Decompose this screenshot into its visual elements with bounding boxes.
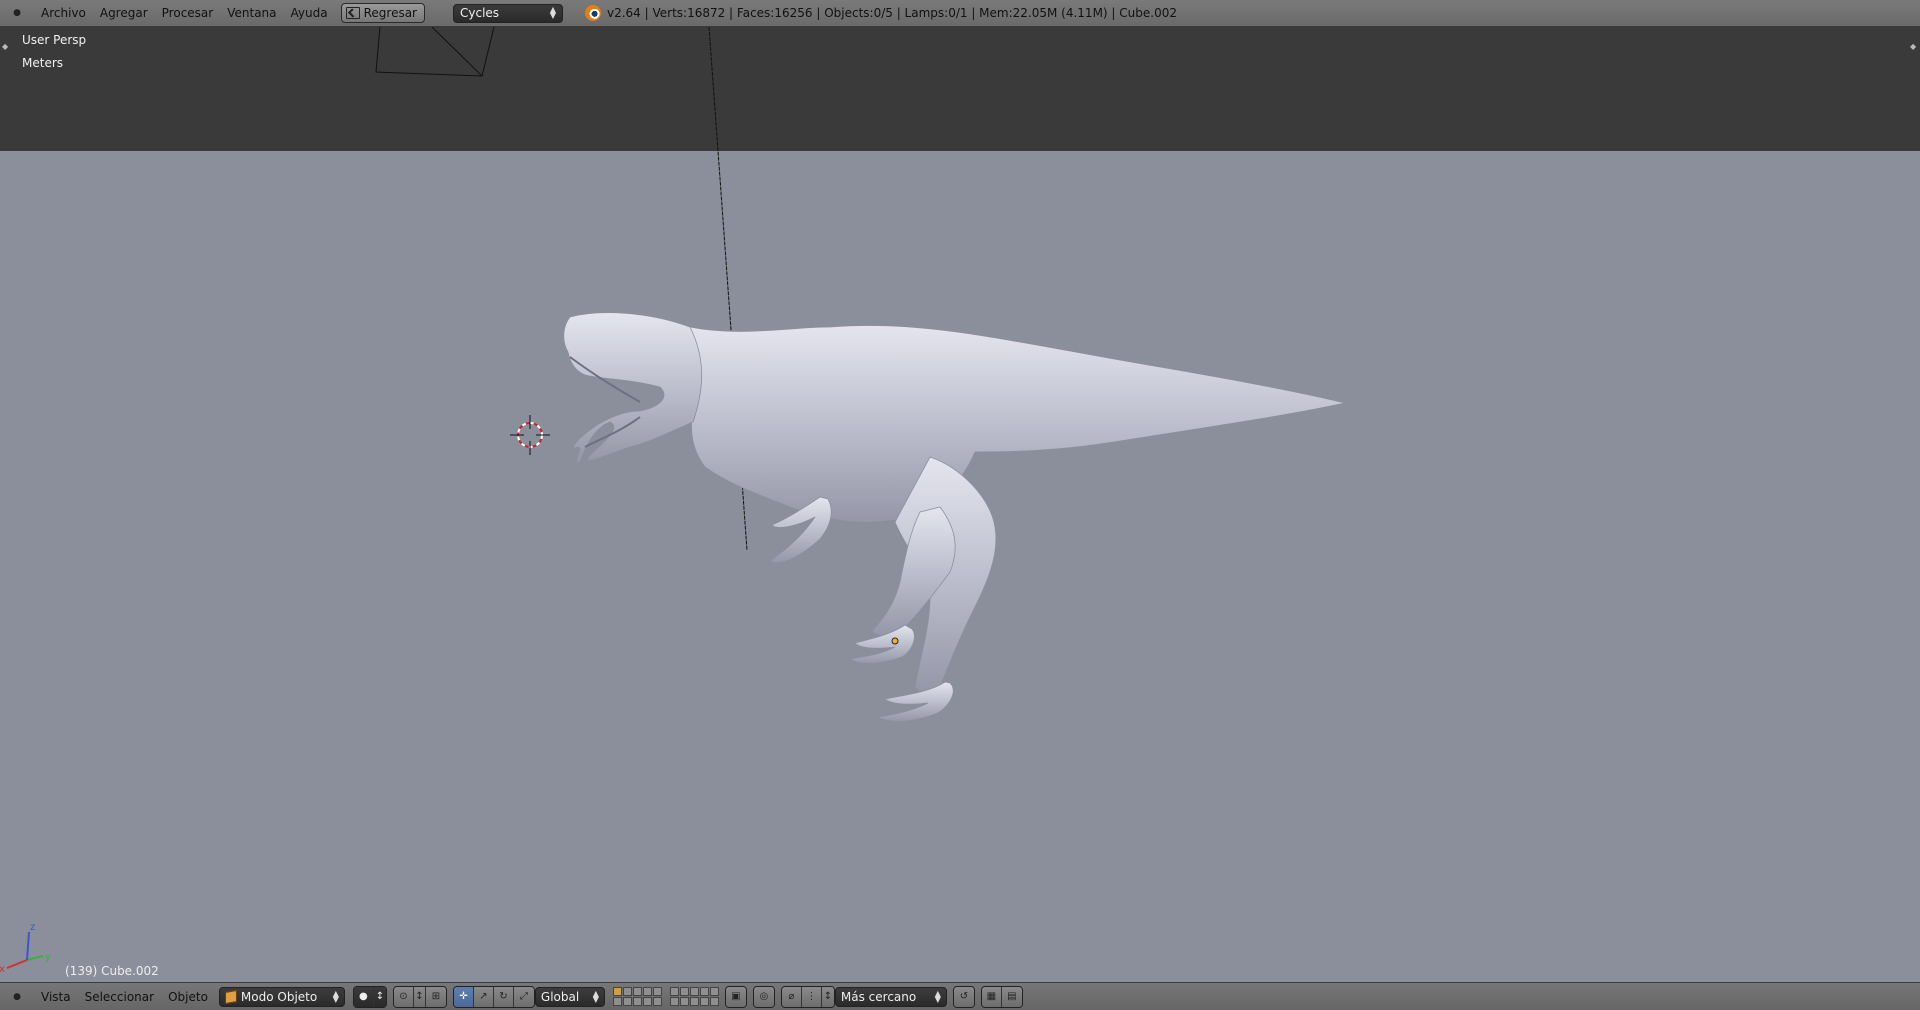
align-rotation-icon[interactable]: ↺ [953, 986, 974, 1007]
object-origin-icon [891, 637, 899, 645]
layer-button[interactable] [652, 987, 662, 996]
lock-layers-toggle[interactable]: ▣ [724, 985, 747, 1008]
align-rotation-toggle[interactable]: ↺ [952, 985, 975, 1008]
properties-toggle-icon[interactable]: ◆ [1910, 42, 1918, 51]
snap-magnet-icon[interactable]: ⌀ [781, 986, 802, 1007]
layer-button[interactable] [689, 997, 699, 1006]
layer-button[interactable] [709, 987, 719, 996]
scene-drawing: x y z [0, 27, 1346, 975]
layer-button[interactable] [622, 987, 632, 996]
trex-model [563, 312, 1346, 722]
cube-icon [224, 989, 237, 1004]
menu-ventana[interactable]: Ventana [220, 6, 283, 20]
layer-button[interactable] [679, 987, 689, 996]
camera-wireframe [375, 27, 495, 77]
layer-button[interactable] [689, 987, 699, 996]
menu-vista[interactable]: Vista [34, 990, 78, 1004]
snap-toggle-group[interactable]: ⌀ ⋮ ↕ [780, 985, 835, 1008]
layer-button[interactable] [632, 997, 642, 1006]
menu-archivo[interactable]: Archivo [34, 6, 93, 20]
units-label: Meters [22, 56, 64, 70]
transform-orientation-select[interactable]: Global ▲ ▼ [534, 986, 605, 1007]
updown-arrows-icon: ▲ ▼ [549, 5, 556, 20]
updown-arrows-icon: ▲ ▼ [592, 988, 599, 1004]
3d-viewport[interactable]: x y z User Persp Meters ◆ ◆ (139) Cube.0… [0, 27, 1920, 982]
editor-type-icon[interactable]: ● [8, 4, 26, 22]
only-origins-icon[interactable]: ⊞ [425, 986, 446, 1007]
translate-manipulator-icon[interactable]: ↗ [473, 986, 494, 1007]
layer-button[interactable] [669, 997, 679, 1006]
viewport-shading-select[interactable]: ● ↕ [352, 985, 387, 1008]
render-still-icon[interactable]: ▦ [981, 986, 1002, 1007]
layer-button[interactable] [642, 997, 652, 1006]
interaction-mode-value: Modo Objeto [240, 989, 318, 1004]
layer-button[interactable] [699, 997, 709, 1006]
menu-ayuda[interactable]: Ayuda [284, 6, 335, 20]
updown-arrows-icon: ↕ [413, 986, 426, 1007]
snap-target-select[interactable]: Más cercano ▲ ▼ [834, 986, 947, 1007]
layer-button[interactable] [669, 987, 679, 996]
3d-view-header: ● Vista Seleccionar Objeto Modo Objeto ▲… [0, 982, 1920, 1010]
scene-layers-group-2[interactable] [669, 987, 719, 1006]
blender-logo-icon [584, 5, 601, 21]
updown-arrows-icon: ↕ [373, 986, 386, 1007]
layer-button[interactable] [612, 997, 622, 1006]
view-name-label: User Persp [22, 33, 87, 47]
editor-type-icon[interactable]: ● [8, 988, 26, 1006]
camera-wireframe-diagonal [431, 27, 483, 77]
scene-layers-group-1[interactable] [612, 987, 662, 1006]
render-engine-select[interactable]: Cycles ▲ ▼ [452, 3, 563, 23]
render-animation-icon[interactable]: ▤ [1001, 986, 1022, 1007]
proportional-editing-icon[interactable]: ◎ [753, 986, 774, 1007]
transform-manipulators[interactable]: ✛ ↗ ↻ ⤢ [452, 985, 535, 1008]
layer-button[interactable] [699, 987, 709, 996]
layer-button[interactable] [652, 997, 662, 1006]
active-object-label: (139) Cube.002 [65, 964, 159, 978]
pivot-point-select[interactable]: ⊙ ↕ ⊞ [392, 985, 447, 1008]
layer-button[interactable] [642, 987, 652, 996]
toolshelf-toggle-icon[interactable]: ◆ [2, 42, 10, 51]
transform-orientation-value: Global [540, 989, 580, 1004]
lock-icon[interactable]: ▣ [725, 986, 746, 1007]
back-button-label: Regresar [363, 6, 417, 20]
pivot-point-icon[interactable]: ⊙ [393, 986, 414, 1007]
render-engine-value: Cycles [459, 6, 500, 20]
layer-button[interactable] [679, 997, 689, 1006]
updown-arrows-icon: ▲ ▼ [332, 988, 339, 1004]
snap-target-value: Más cercano [840, 989, 917, 1004]
solid-shading-icon[interactable]: ● [353, 986, 374, 1007]
axis-gizmo: x y z [0, 922, 51, 975]
proportional-editing-toggle[interactable]: ◎ [752, 985, 775, 1008]
updown-arrows-icon: ▲ ▼ [934, 988, 941, 1004]
axis-label-x: x [0, 964, 5, 975]
menu-procesar[interactable]: Procesar [155, 6, 221, 20]
manipulator-toggle-icon[interactable]: ✛ [453, 986, 474, 1007]
layer-button[interactable] [622, 997, 632, 1006]
axis-label-z: z [30, 922, 35, 933]
updown-arrows-icon: ↕ [821, 986, 834, 1007]
layer-button[interactable] [709, 997, 719, 1006]
info-header: ● Archivo Agregar Procesar Ventana Ayuda… [0, 0, 1920, 27]
scale-manipulator-icon[interactable]: ⤢ [513, 986, 534, 1007]
render-buttons[interactable]: ▦ ▤ [980, 985, 1023, 1008]
menu-agregar[interactable]: Agregar [93, 6, 155, 20]
scene-statistics: v2.64 | Verts:16872 | Faces:16256 | Obje… [606, 6, 1177, 20]
snap-element-icon[interactable]: ⋮ [801, 986, 822, 1007]
3d-cursor-icon [510, 415, 550, 455]
rotate-manipulator-icon[interactable]: ↻ [493, 986, 514, 1007]
menu-seleccionar[interactable]: Seleccionar [78, 990, 161, 1004]
interaction-mode-select[interactable]: Modo Objeto ▲ ▼ [218, 986, 345, 1007]
screen-back-icon [345, 7, 360, 19]
layer-button[interactable] [612, 987, 622, 996]
menu-objeto[interactable]: Objeto [161, 990, 215, 1004]
layer-button[interactable] [632, 987, 642, 996]
axis-label-y: y [45, 952, 51, 963]
back-to-previous-button[interactable]: Regresar [340, 3, 425, 23]
